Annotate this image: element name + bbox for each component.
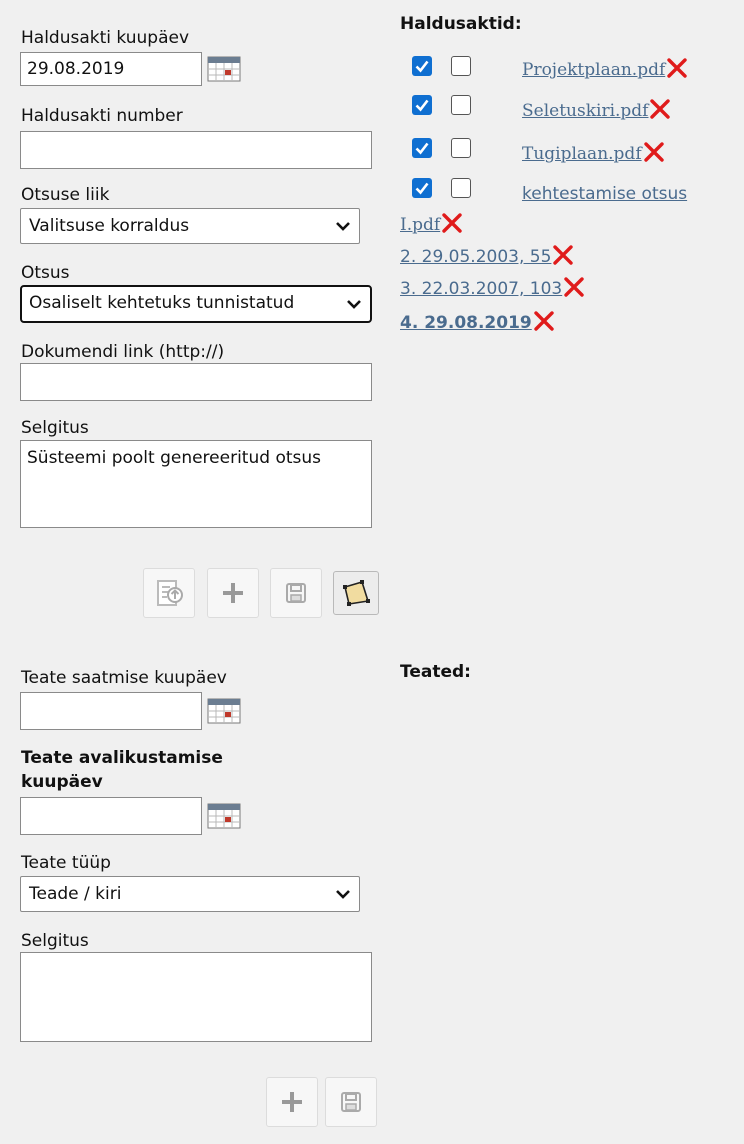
file-checkbox-a[interactable] [412, 138, 432, 158]
file-checkbox-a[interactable] [412, 95, 432, 115]
document-link-label: Dokumendi link (http://) [21, 342, 225, 362]
decision-type-value: Valitsuse korraldus [29, 216, 190, 236]
file-checkbox-b[interactable] [451, 56, 471, 76]
save-notice-button[interactable] [325, 1077, 377, 1127]
plus-icon [223, 583, 243, 603]
file-name: Tugiplaan.pdf [522, 144, 642, 164]
act-explanation-label: Selgitus [21, 418, 89, 438]
save-icon [341, 1092, 361, 1112]
map-area-icon [343, 580, 370, 606]
document-link-input[interactable] [20, 363, 372, 401]
file-name: Seletuskiri.pdf [522, 101, 649, 121]
red-x-icon[interactable] [666, 58, 688, 78]
map-area-button[interactable] [333, 571, 379, 615]
decision-type-label: Otsuse liik [21, 185, 110, 205]
publish-date-label-line2: kuupäev [21, 772, 103, 792]
upload-document-icon [157, 580, 183, 606]
upload-document-button[interactable] [143, 568, 195, 618]
red-x-icon[interactable] [552, 245, 574, 265]
acts-list-heading: Haldusaktid: [400, 14, 522, 34]
calendar-icon[interactable] [207, 56, 241, 82]
file-link[interactable]: kehtestamise otsus [522, 183, 687, 205]
act-label: 4. 29.08.2019 [400, 313, 532, 333]
add-notice-button[interactable] [266, 1077, 318, 1127]
add-act-button[interactable] [207, 568, 259, 618]
act-label: 3. 22.03.2007, 103 [400, 279, 563, 299]
file-checkbox-a[interactable] [412, 56, 432, 76]
act-number-label: Haldusakti number [21, 106, 183, 126]
act-number-input[interactable] [20, 131, 372, 169]
act-link-selected[interactable]: 4. 29.08.2019 [400, 311, 555, 334]
file-checkbox-a[interactable] [412, 178, 432, 198]
publish-date-label-line1: Teate avalikustamise [21, 748, 223, 768]
red-x-icon[interactable] [563, 277, 585, 297]
act-link[interactable]: 2. 29.05.2003, 55 [400, 245, 574, 268]
file-checkbox-b[interactable] [451, 138, 471, 158]
file-link-continued[interactable]: I.pdf [400, 213, 463, 236]
notices-list-heading: Teated: [400, 662, 471, 682]
file-link[interactable]: Seletuskiri.pdf [522, 99, 671, 122]
act-explanation-textarea[interactable]: Süsteemi poolt genereeritud otsus [20, 440, 372, 528]
checkmark-icon [415, 99, 429, 112]
file-checkbox-b[interactable] [451, 95, 471, 115]
checkmark-icon [415, 182, 429, 195]
decision-select[interactable]: Osaliselt kehtetuks tunnistatud [20, 285, 372, 323]
file-name: Projektplaan.pdf [522, 60, 666, 80]
file-checkbox-b[interactable] [451, 178, 471, 198]
notice-explanation-label: Selgitus [21, 931, 89, 951]
checkmark-icon [415, 142, 429, 155]
act-date-label: Haldusakti kuupäev [21, 28, 189, 48]
send-date-label: Teate saatmise kuupäev [21, 668, 227, 688]
act-label: 2. 29.05.2003, 55 [400, 247, 552, 267]
chevron-down-icon [336, 890, 350, 899]
checkmark-icon [415, 60, 429, 73]
send-date-input[interactable] [20, 692, 202, 730]
calendar-icon[interactable] [207, 803, 241, 829]
plus-icon [282, 1092, 302, 1112]
file-link[interactable]: Projektplaan.pdf [522, 58, 688, 81]
red-x-icon[interactable] [643, 142, 665, 162]
red-x-icon[interactable] [649, 99, 671, 119]
save-icon [286, 583, 306, 603]
act-link[interactable]: 3. 22.03.2007, 103 [400, 277, 585, 300]
file-link[interactable]: Tugiplaan.pdf [522, 142, 665, 165]
act-date-input[interactable]: 29.08.2019 [20, 52, 202, 86]
decision-type-select[interactable]: Valitsuse korraldus [20, 208, 360, 244]
notice-explanation-textarea[interactable] [20, 952, 372, 1042]
file-name: I.pdf [400, 215, 441, 235]
decision-value: Osaliselt kehtetuks tunnistatud [29, 293, 295, 313]
red-x-icon[interactable] [533, 311, 555, 331]
chevron-down-icon [347, 300, 361, 309]
notice-type-label: Teate tüüp [21, 853, 111, 873]
calendar-icon[interactable] [207, 698, 241, 724]
red-x-icon[interactable] [441, 213, 463, 233]
publish-date-input[interactable] [20, 797, 202, 835]
decision-label: Otsus [21, 263, 70, 283]
save-act-button[interactable] [270, 568, 322, 618]
chevron-down-icon [336, 222, 350, 231]
notice-type-select[interactable]: Teade / kiri [20, 876, 360, 912]
notice-type-value: Teade / kiri [29, 884, 122, 904]
